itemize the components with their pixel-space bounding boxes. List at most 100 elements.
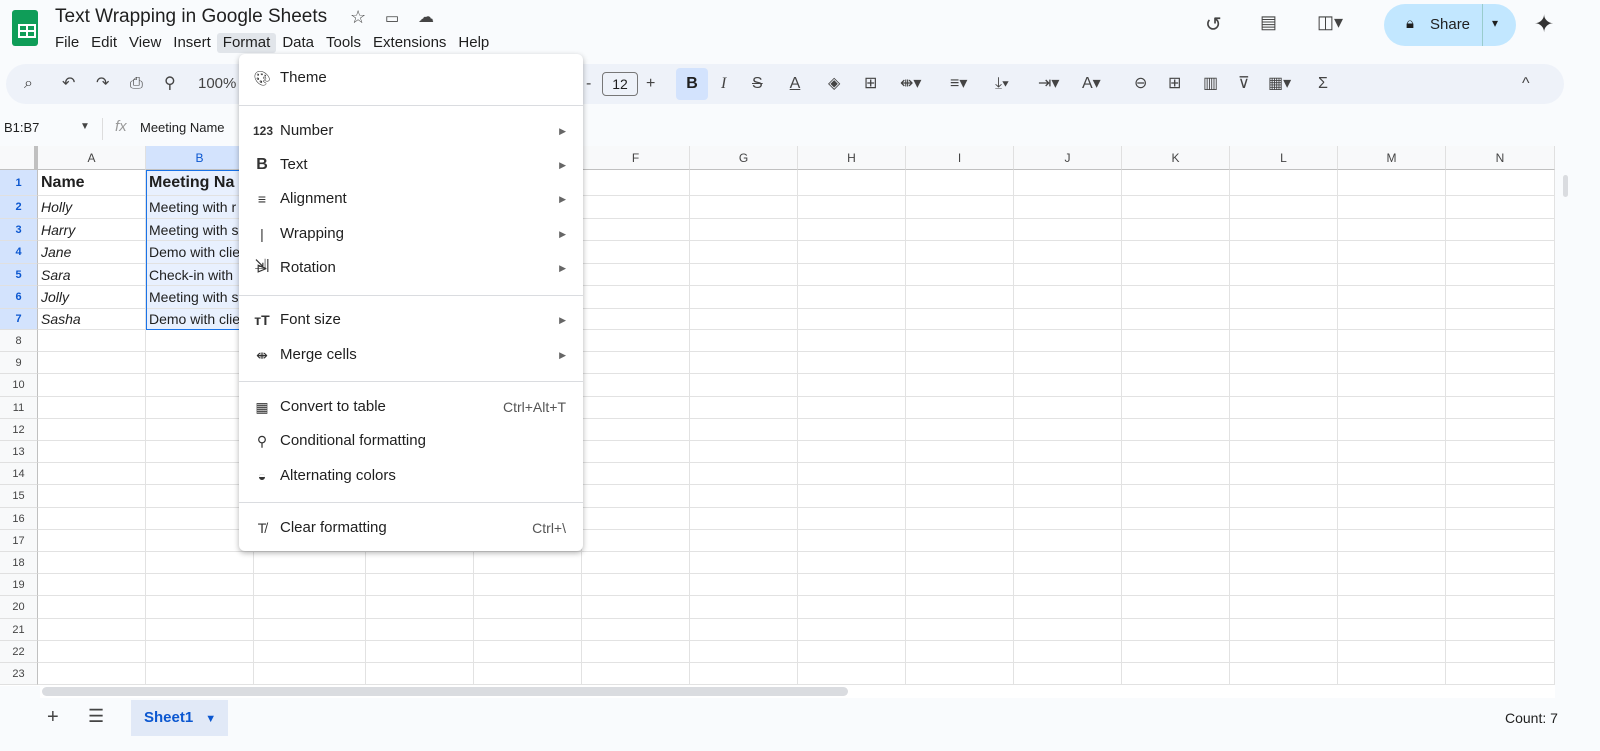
- cell-n20[interactable]: [1446, 596, 1555, 619]
- cell-k7[interactable]: [1122, 308, 1230, 330]
- cell-a1[interactable]: Name: [38, 170, 146, 196]
- cell-n5[interactable]: [1446, 263, 1555, 286]
- cell-l5[interactable]: [1230, 263, 1338, 286]
- cell-g7[interactable]: [690, 308, 798, 330]
- cell-k3[interactable]: [1122, 218, 1230, 241]
- cell-b17[interactable]: [146, 529, 254, 552]
- cell-h17[interactable]: [798, 529, 906, 552]
- cell-f7[interactable]: [582, 308, 690, 330]
- cell-l8[interactable]: [1230, 330, 1338, 353]
- cell-j21[interactable]: [1014, 618, 1122, 641]
- cell-h18[interactable]: [798, 552, 906, 575]
- cell-b10[interactable]: [146, 374, 254, 397]
- add-sheet-icon[interactable]: +: [47, 706, 59, 729]
- cell-j22[interactable]: [1014, 640, 1122, 663]
- cell-j6[interactable]: [1014, 286, 1122, 309]
- row-header-18[interactable]: 18: [0, 552, 38, 575]
- italic-button[interactable]: I: [721, 64, 726, 104]
- cell-c21[interactable]: [254, 618, 366, 641]
- cell-a13[interactable]: [38, 441, 146, 464]
- cell-m13[interactable]: [1338, 441, 1446, 464]
- cell-h9[interactable]: [798, 352, 906, 375]
- cell-f21[interactable]: [582, 618, 690, 641]
- row-header-3[interactable]: 3: [0, 218, 38, 241]
- cell-n19[interactable]: [1446, 574, 1555, 597]
- row-header-15[interactable]: 15: [0, 485, 38, 508]
- cell-g3[interactable]: [690, 218, 798, 241]
- cell-n4[interactable]: [1446, 241, 1555, 264]
- cell-b5[interactable]: Check-in with: [146, 263, 254, 286]
- menu-view[interactable]: View: [123, 33, 167, 53]
- cell-f8[interactable]: [582, 330, 690, 353]
- cell-l15[interactable]: [1230, 485, 1338, 508]
- cell-f3[interactable]: [582, 218, 690, 241]
- cell-k14[interactable]: [1122, 463, 1230, 486]
- cell-h15[interactable]: [798, 485, 906, 508]
- menu-item-clear-formatting[interactable]: T̸ Clear formatting Ctrl+\: [239, 513, 583, 543]
- select-all-corner[interactable]: [0, 146, 38, 170]
- meet-icon[interactable]: ◫▾: [1317, 12, 1343, 33]
- cell-j13[interactable]: [1014, 441, 1122, 464]
- cell-d18[interactable]: [366, 552, 474, 575]
- cell-b13[interactable]: [146, 441, 254, 464]
- cell-i8[interactable]: [906, 330, 1014, 353]
- cell-l1[interactable]: [1230, 170, 1338, 196]
- cell-j7[interactable]: [1014, 308, 1122, 330]
- cell-m16[interactable]: [1338, 507, 1446, 530]
- text-color-button[interactable]: A: [784, 64, 806, 104]
- cell-j2[interactable]: [1014, 196, 1122, 219]
- menu-item-theme[interactable]: 🎨︎ Theme: [239, 63, 583, 93]
- cell-a17[interactable]: [38, 529, 146, 552]
- cell-m10[interactable]: [1338, 374, 1446, 397]
- cell-e23[interactable]: [474, 663, 582, 686]
- row-header-16[interactable]: 16: [0, 507, 38, 530]
- cell-n18[interactable]: [1446, 552, 1555, 575]
- cell-a12[interactable]: [38, 418, 146, 441]
- cell-i16[interactable]: [906, 507, 1014, 530]
- cell-g14[interactable]: [690, 463, 798, 486]
- cell-n9[interactable]: [1446, 352, 1555, 375]
- cell-j12[interactable]: [1014, 418, 1122, 441]
- cell-b20[interactable]: [146, 596, 254, 619]
- cell-n10[interactable]: [1446, 374, 1555, 397]
- cell-j23[interactable]: [1014, 663, 1122, 686]
- redo-icon[interactable]: ↷: [96, 64, 109, 104]
- cell-b11[interactable]: [146, 396, 254, 419]
- move-folder-icon[interactable]: ▭: [385, 9, 399, 27]
- cell-c18[interactable]: [254, 552, 366, 575]
- cell-m7[interactable]: [1338, 308, 1446, 330]
- cell-k17[interactable]: [1122, 529, 1230, 552]
- insert-link-icon[interactable]: ⊖: [1134, 64, 1147, 104]
- row-header-11[interactable]: 11: [0, 396, 38, 419]
- cell-i19[interactable]: [906, 574, 1014, 597]
- cell-i5[interactable]: [906, 263, 1014, 286]
- cell-d22[interactable]: [366, 640, 474, 663]
- fill-color-icon[interactable]: ◈: [828, 64, 840, 104]
- cell-h14[interactable]: [798, 463, 906, 486]
- cell-f2[interactable]: [582, 196, 690, 219]
- cell-m4[interactable]: [1338, 241, 1446, 264]
- cell-l11[interactable]: [1230, 396, 1338, 419]
- cell-i23[interactable]: [906, 663, 1014, 686]
- column-header-a[interactable]: A: [38, 146, 146, 170]
- cell-n8[interactable]: [1446, 330, 1555, 353]
- cell-a23[interactable]: [38, 663, 146, 686]
- sheet-tab-sheet1[interactable]: Sheet1 ▼: [131, 700, 228, 736]
- bold-button[interactable]: B: [676, 68, 708, 100]
- cell-i14[interactable]: [906, 463, 1014, 486]
- cell-j4[interactable]: [1014, 241, 1122, 264]
- cell-j18[interactable]: [1014, 552, 1122, 575]
- cell-m19[interactable]: [1338, 574, 1446, 597]
- cell-h13[interactable]: [798, 441, 906, 464]
- cell-k23[interactable]: [1122, 663, 1230, 686]
- cell-i1[interactable]: [906, 170, 1014, 196]
- cell-k16[interactable]: [1122, 507, 1230, 530]
- paint-format-icon[interactable]: ⚲: [164, 64, 176, 104]
- cell-a20[interactable]: [38, 596, 146, 619]
- cell-a16[interactable]: [38, 507, 146, 530]
- cell-g1[interactable]: [690, 170, 798, 196]
- cell-k11[interactable]: [1122, 396, 1230, 419]
- cell-m18[interactable]: [1338, 552, 1446, 575]
- cell-b21[interactable]: [146, 618, 254, 641]
- cell-l7[interactable]: [1230, 308, 1338, 330]
